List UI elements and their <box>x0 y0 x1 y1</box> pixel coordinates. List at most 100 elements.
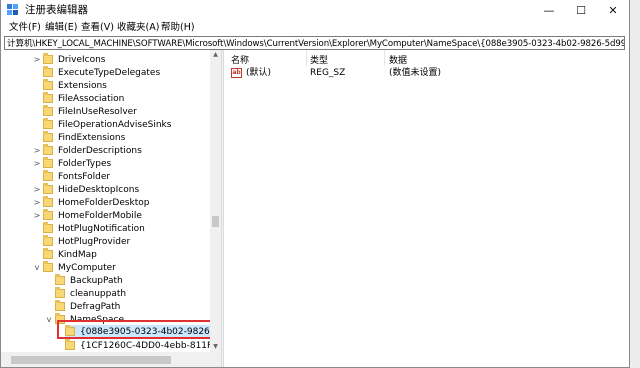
address-bar[interactable]: 计算机\HKEY_LOCAL_MACHINE\SOFTWARE\Microsof… <box>4 36 625 50</box>
column-header-type[interactable]: 类型 <box>310 53 328 66</box>
tree-item[interactable]: HideDesktopIcons <box>43 183 139 196</box>
tree-item-label: MyComputer <box>58 262 116 273</box>
column-header-name[interactable]: 名称 <box>231 53 249 66</box>
collapse-arrow-icon[interactable]: v <box>33 263 41 272</box>
tree-item[interactable]: FileInUseResolver <box>43 105 137 118</box>
expand-arrow-icon[interactable]: > <box>33 159 41 168</box>
tree-item[interactable]: KindMap <box>43 248 97 261</box>
tree-item[interactable]: Extensions <box>43 79 107 92</box>
tree-item-label: HomeFolderMobile <box>58 210 142 221</box>
column-divider[interactable] <box>384 50 385 66</box>
close-button[interactable]: ✕ <box>597 0 629 20</box>
folder-icon <box>43 144 53 155</box>
tree-item[interactable]: FileOperationAdviseSinks <box>43 118 171 131</box>
menu-bar: 文件(F) 编辑(E) 查看(V) 收藏夹(A) 帮助(H) <box>1 20 629 35</box>
tree-item-label: FileAssociation <box>58 93 125 104</box>
tree-item[interactable]: FolderDescriptions <box>43 144 142 157</box>
value-name: (默认) <box>246 68 272 78</box>
string-value-icon: ab <box>231 68 242 78</box>
tree-item[interactable]: HotPlugNotification <box>43 222 145 235</box>
menu-edit[interactable]: 编辑(E) <box>45 20 77 35</box>
tree-item-label: DefragPath <box>70 301 121 312</box>
expand-arrow-icon[interactable]: > <box>33 185 41 194</box>
expand-arrow-icon[interactable]: > <box>33 146 41 155</box>
tree-item[interactable]: FontsFolder <box>43 170 110 183</box>
tree-item-label: FolderTypes <box>58 158 112 169</box>
folder-icon <box>43 170 53 181</box>
menu-help[interactable]: 帮助(H) <box>161 20 195 35</box>
tree-vertical-scrollbar[interactable]: ▲ ▼ <box>210 50 221 352</box>
tree-item[interactable]: HotPlugProvider <box>43 235 130 248</box>
folder-icon <box>43 118 53 129</box>
menu-favorites[interactable]: 收藏夹(A) <box>117 20 159 35</box>
tree-item-label: FileInUseResolver <box>58 106 137 117</box>
menu-view[interactable]: 查看(V) <box>81 20 114 35</box>
tree-item[interactable]: FolderTypes <box>43 157 111 170</box>
tree-item-label: FindExtensions <box>58 132 126 143</box>
folder-icon <box>55 274 65 285</box>
list-header: 名称 类型 数据 <box>224 50 629 66</box>
tree-item[interactable]: cleanuppath <box>55 287 126 300</box>
tree-item[interactable]: DefragPath <box>55 300 120 313</box>
folder-icon <box>43 79 53 90</box>
folder-icon <box>43 196 53 207</box>
collapse-arrow-icon[interactable]: v <box>45 315 53 324</box>
tree-item-label: Extensions <box>58 80 107 91</box>
tree-item-label: cleanuppath <box>70 288 127 299</box>
maximize-button[interactable]: ☐ <box>565 0 597 20</box>
value-type: REG_SZ <box>310 68 346 78</box>
list-row[interactable]: ab (默认) REG_SZ (数值未设置) <box>224 67 629 80</box>
title-bar[interactable]: 注册表编辑器 — ☐ ✕ <box>1 0 629 20</box>
folder-icon <box>43 261 53 272</box>
folder-icon <box>43 235 53 246</box>
tree-item-label: FileOperationAdviseSinks <box>58 119 172 130</box>
tree-item[interactable]: DriveIcons <box>43 53 106 66</box>
minimize-button[interactable]: — <box>533 0 565 20</box>
tree-horizontal-scrollbar[interactable] <box>1 352 221 367</box>
tree-item-label: ExecuteTypeDelegates <box>58 67 161 78</box>
scrollbar-thumb[interactable] <box>212 216 219 227</box>
tree-item[interactable]: ExecuteTypeDelegates <box>43 66 160 79</box>
value-data: (数值未设置) <box>389 68 442 78</box>
tree-item[interactable]: MyComputer <box>43 261 116 274</box>
column-header-data[interactable]: 数据 <box>389 53 407 66</box>
folder-icon <box>43 105 53 116</box>
tree-item[interactable]: FindExtensions <box>43 131 125 144</box>
expand-arrow-icon[interactable]: > <box>33 211 41 220</box>
registry-editor-window: 注册表编辑器 — ☐ ✕ 文件(F) 编辑(E) 查看(V) 收藏夹(A) 帮助… <box>0 0 630 368</box>
tree-item[interactable]: HomeFolderDesktop <box>43 196 150 209</box>
scroll-up-arrow-icon[interactable]: ▲ <box>210 50 221 60</box>
menu-file[interactable]: 文件(F) <box>9 20 41 35</box>
folder-icon <box>43 209 53 220</box>
folder-icon <box>55 287 65 298</box>
column-divider[interactable] <box>306 50 307 66</box>
folder-icon <box>65 339 75 350</box>
folder-icon <box>43 131 53 142</box>
folder-icon <box>43 222 53 233</box>
tree-item-label: HotPlugNotification <box>58 223 145 234</box>
tree-item[interactable]: HomeFolderMobile <box>43 209 142 222</box>
folder-icon <box>43 248 53 259</box>
window-title: 注册表编辑器 <box>25 4 88 16</box>
tree-item-label: KindMap <box>58 249 97 260</box>
values-list: 名称 类型 数据 ab (默认) REG_SZ (数值未设置) <box>224 50 629 367</box>
expand-arrow-icon[interactable]: > <box>33 55 41 64</box>
folder-icon <box>55 300 65 311</box>
highlight-annotation <box>57 320 214 339</box>
scrollbar-thumb[interactable] <box>11 356 171 364</box>
scroll-down-arrow-icon[interactable]: ▼ <box>210 342 221 352</box>
tree-item-label: DriveIcons <box>58 54 106 65</box>
expand-arrow-icon[interactable]: > <box>33 198 41 207</box>
folder-icon <box>43 157 53 168</box>
registry-editor-icon <box>7 4 18 15</box>
tree-item-label: HomeFolderDesktop <box>58 197 150 208</box>
tree-item[interactable]: {1CF1260C-4DD0-4ebb-811F-33C57 <box>65 339 221 352</box>
folder-icon <box>43 183 53 194</box>
tree-item-label: BackupPath <box>70 275 123 286</box>
tree-item-label: FontsFolder <box>58 171 111 182</box>
folder-icon <box>43 53 53 64</box>
tree-item[interactable]: BackupPath <box>55 274 123 287</box>
tree-item[interactable]: FileAssociation <box>43 92 124 105</box>
folder-icon <box>43 92 53 103</box>
tree-item-label: HotPlugProvider <box>58 236 131 247</box>
